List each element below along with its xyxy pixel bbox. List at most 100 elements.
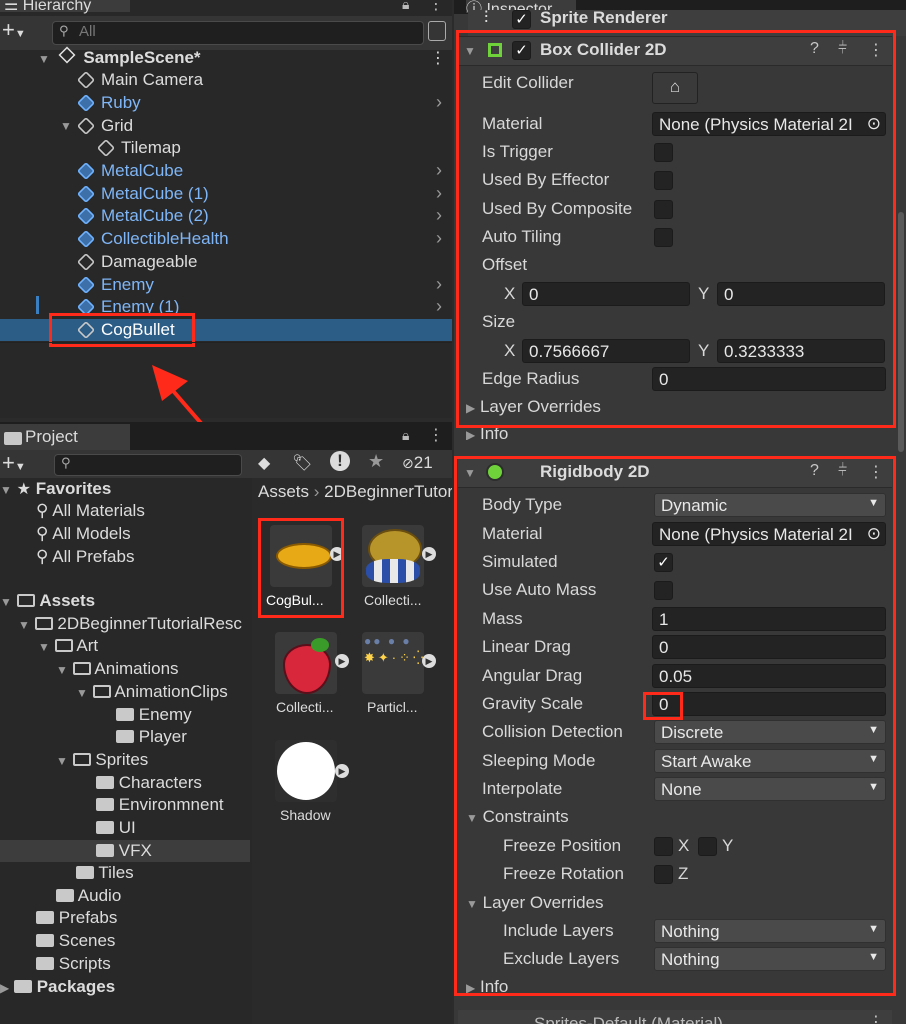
- folder-open-icon: [72, 753, 91, 766]
- lock-icon[interactable]: 🔒︎: [402, 427, 409, 444]
- expand-down-icon: ▼: [56, 754, 68, 768]
- project-search-input[interactable]: ⚲: [54, 454, 242, 476]
- list-icon: ☰: [4, 0, 19, 14]
- asset-tile[interactable]: ▶ Collecti...: [275, 632, 349, 715]
- search-input[interactable]: ⚲ All: [52, 21, 424, 45]
- folder-icon: [116, 708, 134, 721]
- component-menu-icon[interactable]: ⋮: [868, 1012, 884, 1024]
- chevron-right-icon[interactable]: ›: [436, 228, 442, 249]
- inspector-scrollbar[interactable]: [898, 212, 904, 452]
- tree-folder[interactable]: Characters: [96, 773, 202, 793]
- hierarchy-item[interactable]: Enemy (1) ›: [0, 296, 452, 314]
- drop-indicator: [36, 296, 39, 314]
- folder-icon: [13, 980, 32, 993]
- add-icon[interactable]: +▼: [2, 452, 26, 478]
- shadow-circle-icon: ▶: [275, 740, 349, 802]
- gameobject-icon: [76, 252, 96, 272]
- chevron-right-icon[interactable]: ›: [436, 92, 442, 113]
- tree-folder[interactable]: Scripts: [36, 954, 111, 974]
- breadcrumb: Assets › 2DBeginnerTutori: [258, 482, 452, 502]
- hierarchy-item[interactable]: CollectibleHealth ›: [0, 228, 452, 250]
- more-menu-icon[interactable]: ⋮: [428, 425, 444, 445]
- unity-scene-icon: [58, 46, 76, 64]
- hierarchy-item[interactable]: Tilemap: [0, 137, 452, 159]
- tree-favorites[interactable]: ▼ ★ Favorites: [0, 479, 111, 499]
- tree-folder[interactable]: ▼ 2DBeginnerTutorialResc: [18, 614, 242, 634]
- highlight-box: [454, 456, 896, 996]
- filter-by-type-icon[interactable]: ◆: [258, 453, 270, 473]
- more-menu-icon[interactable]: ⋮: [428, 0, 444, 14]
- tree-assets[interactable]: ▼ Assets: [0, 591, 95, 611]
- hierarchy-item[interactable]: ▼ Grid: [0, 115, 452, 137]
- chevron-right-icon[interactable]: ›: [436, 296, 442, 314]
- hierarchy-item[interactable]: Enemy ›: [0, 274, 452, 296]
- scene-search-icon[interactable]: [428, 21, 446, 41]
- expand-right-icon: ▶: [0, 981, 10, 995]
- prefab-icon: [76, 229, 96, 249]
- tree-folder[interactable]: Audio: [56, 886, 121, 906]
- chevron-right-icon[interactable]: ›: [436, 274, 442, 295]
- tree-folder[interactable]: ▼ Sprites: [56, 750, 148, 770]
- folder-icon: [96, 844, 114, 857]
- chevron-right-icon[interactable]: ›: [436, 160, 442, 181]
- breadcrumb-item[interactable]: 2DBeginnerTutori: [324, 482, 452, 501]
- tree-folder[interactable]: Enemy: [116, 705, 192, 725]
- tree-folder[interactable]: ▼ Art: [38, 636, 98, 656]
- material-footer[interactable]: Sprites-Default (Material) ⋮: [458, 1010, 892, 1024]
- tree-folder[interactable]: UI: [96, 818, 136, 838]
- tree-packages[interactable]: ▶ Packages: [0, 977, 115, 997]
- hierarchy-item[interactable]: Damageable: [0, 251, 452, 273]
- hierarchy-item[interactable]: Main Camera: [0, 69, 452, 91]
- tree-folder[interactable]: Environmnent: [96, 795, 224, 815]
- play-icon: ▶: [335, 654, 349, 668]
- folder-icon: [4, 432, 22, 445]
- tree-folder[interactable]: Scenes: [36, 931, 115, 951]
- tree-folder-selected[interactable]: VFX: [96, 841, 152, 861]
- hierarchy-item[interactable]: MetalCube ›: [0, 160, 452, 182]
- search-icon: ⚲: [36, 524, 49, 543]
- expand-down-icon: ▼: [0, 595, 12, 609]
- asset-tile[interactable]: ▶ Shadow: [275, 740, 349, 823]
- hierarchy-item[interactable]: Ruby ›: [0, 92, 452, 114]
- warning-icon[interactable]: !: [330, 451, 350, 471]
- folder-icon: [36, 934, 54, 947]
- project-tab[interactable]: Project: [0, 424, 130, 450]
- star-icon: ★: [16, 481, 31, 498]
- scene-row[interactable]: ▼ SampleScene*: [38, 46, 201, 68]
- tree-folder[interactable]: ▼ AnimationClips: [76, 682, 228, 702]
- favorite-star-icon[interactable]: ★: [368, 451, 384, 472]
- scene-more-icon[interactable]: ⋮: [430, 48, 446, 68]
- enabled-checkbox[interactable]: ✓: [512, 10, 531, 29]
- lock-icon[interactable]: 🔒︎: [402, 0, 409, 13]
- filter-by-label-icon[interactable]: 🏷︎: [292, 453, 312, 473]
- hierarchy-item[interactable]: MetalCube (2) ›: [0, 205, 452, 227]
- folder-icon: [76, 866, 94, 879]
- tree-folder[interactable]: Prefabs: [36, 908, 117, 928]
- tree-all-prefabs[interactable]: ⚲ All Prefabs: [36, 547, 134, 567]
- add-icon[interactable]: +▼: [2, 19, 26, 45]
- tree-folder[interactable]: Player: [116, 727, 187, 747]
- prefab-icon: [76, 93, 96, 113]
- hierarchy-tab-label: ☰ Hierarchy: [4, 0, 91, 15]
- prefab-icon: [76, 275, 96, 295]
- hierarchy-item[interactable]: MetalCube (1) ›: [0, 183, 452, 205]
- gameobject-icon: [76, 70, 96, 90]
- prefab-icon: [76, 161, 96, 181]
- folder-icon: [36, 911, 54, 924]
- folder-icon: [116, 730, 134, 743]
- tree-folder[interactable]: Tiles: [76, 863, 134, 883]
- hidden-packages-toggle[interactable]: ⊘21: [402, 453, 433, 473]
- breadcrumb-item[interactable]: Assets: [258, 482, 309, 501]
- tree-all-models[interactable]: ⚲ All Models: [36, 524, 131, 544]
- chevron-right-icon[interactable]: ›: [436, 205, 442, 226]
- prefab-icon: [76, 184, 96, 204]
- tree-all-materials[interactable]: ⚲ All Materials: [36, 501, 145, 521]
- chevron-right-icon[interactable]: ›: [436, 183, 442, 204]
- expand-down-icon[interactable]: ▼: [60, 119, 72, 133]
- search-icon: ⚲: [61, 455, 71, 470]
- tree-folder[interactable]: ▼ Animations: [56, 659, 179, 679]
- eye-slash-icon: ⊘: [402, 455, 414, 471]
- asset-tile[interactable]: ▶ Collecti...: [362, 525, 436, 608]
- expand-down-icon: ▼: [76, 686, 88, 700]
- asset-tile[interactable]: ●● ● ● ✸✦·⁘⁛ ▶ Particl...: [362, 632, 436, 715]
